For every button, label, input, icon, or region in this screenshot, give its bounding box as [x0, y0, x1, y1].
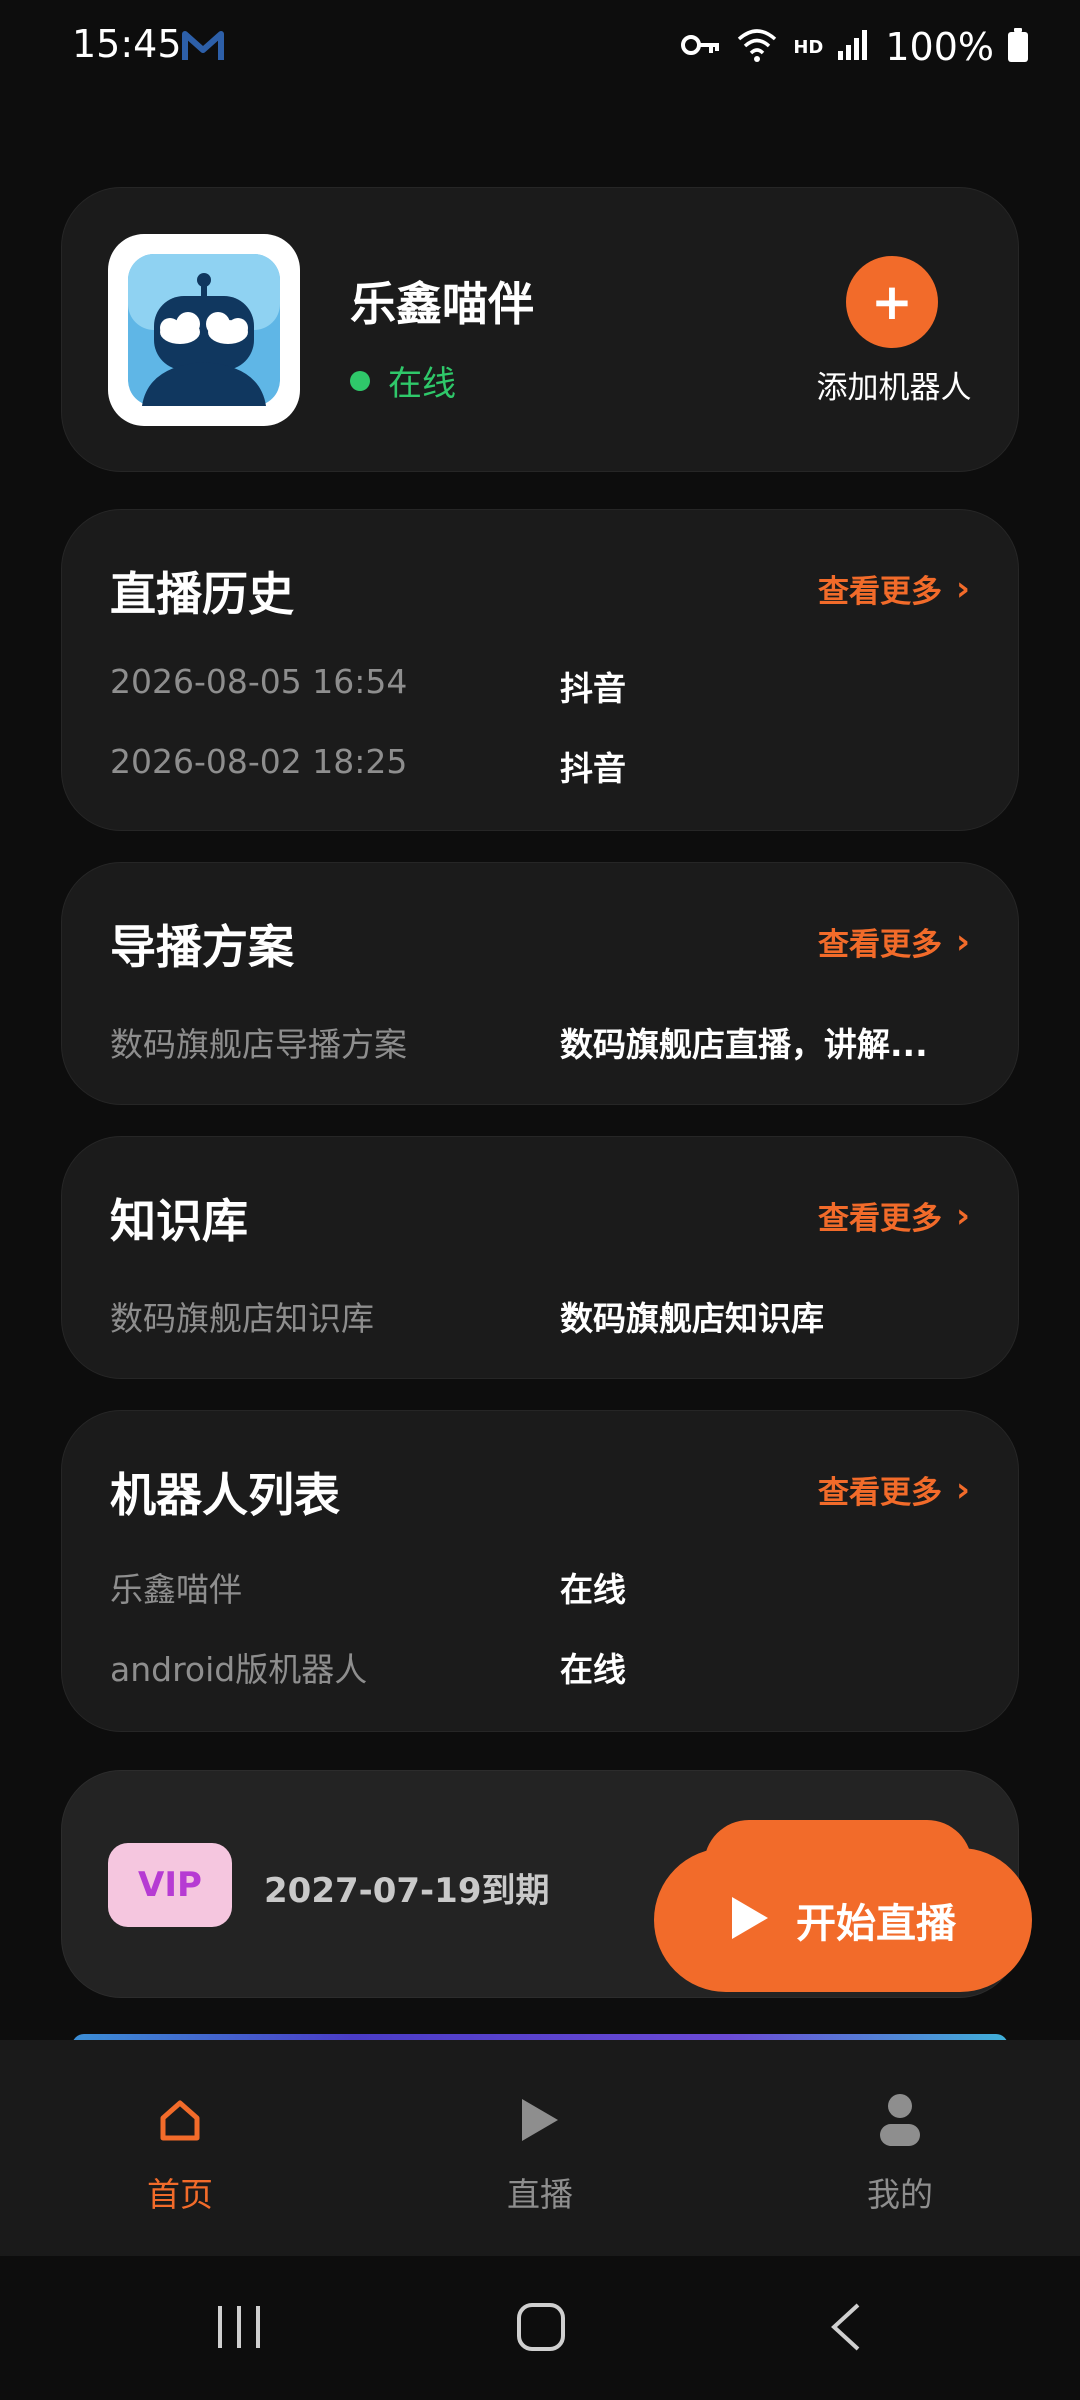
recent-apps-icon[interactable] — [214, 2302, 264, 2356]
more-label: 查看更多 — [817, 1475, 942, 1511]
robot-status: 在线 — [350, 356, 456, 405]
chevron-right-icon: › — [955, 1469, 970, 1510]
knowledge-base-title: 知识库 — [110, 1194, 248, 1248]
robot-list-more-link[interactable]: 查看更多 › — [818, 1467, 970, 1512]
signal-icon — [837, 29, 871, 65]
add-robot-button[interactable]: + — [846, 256, 938, 348]
robot-profile-card[interactable]: 乐鑫喵伴 在线 + 添加机器人 — [61, 187, 1019, 472]
tab-live[interactable]: 直播 — [360, 2040, 720, 2256]
chevron-right-icon: › — [955, 1195, 970, 1236]
history-row-platform[interactable]: 抖音 — [560, 662, 626, 710]
chevron-right-icon: › — [955, 921, 970, 962]
battery-percent: 100% — [885, 25, 994, 69]
more-label: 查看更多 — [817, 1201, 942, 1237]
start-live-button[interactable]: 开始直播 — [654, 1848, 1032, 1992]
bottom-tab-bar: 首页 直播 我的 — [0, 2040, 1080, 2256]
play-icon — [730, 1895, 770, 1945]
play-icon — [518, 2092, 562, 2148]
more-label: 查看更多 — [817, 574, 942, 610]
robot-list-title: 机器人列表 — [110, 1468, 340, 1522]
tab-home[interactable]: 首页 — [0, 2040, 360, 2256]
robot-avatar[interactable] — [108, 234, 300, 426]
tab-live-label: 直播 — [507, 2175, 573, 2214]
system-nav-bar — [0, 2256, 1080, 2400]
more-label: 查看更多 — [817, 927, 942, 963]
robot-row-name[interactable]: 乐鑫喵伴 — [110, 1563, 242, 1611]
battery-icon — [1008, 28, 1028, 66]
wifi-icon — [735, 27, 779, 67]
director-plan-card: 导播方案 查看更多 › 数码旗舰店导播方案 数码旗舰店直播，讲解... — [61, 862, 1019, 1105]
home-nav-icon[interactable] — [516, 2302, 566, 2356]
plus-icon: + — [871, 273, 913, 331]
plan-row-name[interactable]: 数码旗舰店导播方案 — [110, 1018, 407, 1066]
robot-list-card: 机器人列表 查看更多 › 乐鑫喵伴 在线 android版机器人 在线 — [61, 1410, 1019, 1732]
vip-badge: VIP — [108, 1843, 232, 1927]
live-history-card: 直播历史 查看更多 › 2026-08-05 16:54 抖音 2026-08-… — [61, 509, 1019, 831]
online-dot-icon — [350, 370, 370, 391]
robot-row-status[interactable]: 在线 — [560, 1563, 626, 1611]
vpn-key-icon — [681, 33, 721, 61]
back-icon[interactable] — [826, 2302, 866, 2356]
status-time: 15:45 — [72, 22, 182, 66]
history-row-platform[interactable]: 抖音 — [560, 742, 626, 790]
history-row-time[interactable]: 2026-08-02 18:25 — [110, 742, 407, 781]
kb-row-value[interactable]: 数码旗舰店知识库 — [560, 1292, 824, 1340]
status-icons: HD 100% — [681, 22, 1028, 72]
robot-row-name[interactable]: android版机器人 — [110, 1643, 367, 1691]
kb-row-name[interactable]: 数码旗舰店知识库 — [110, 1292, 374, 1340]
robot-row-status[interactable]: 在线 — [560, 1643, 626, 1691]
live-history-title: 直播历史 — [110, 567, 294, 621]
plan-row-desc[interactable]: 数码旗舰店直播，讲解... — [560, 1018, 928, 1066]
add-robot-label[interactable]: 添加机器人 — [808, 362, 980, 407]
director-plan-more-link[interactable]: 查看更多 › — [818, 919, 970, 964]
vip-expiry-text: 2027-07-19到期 — [264, 1871, 550, 1911]
start-live-label: 开始直播 — [796, 1901, 956, 1947]
tab-mine[interactable]: 我的 — [720, 2040, 1080, 2256]
robot-status-text: 在线 — [388, 364, 456, 404]
knowledge-base-more-link[interactable]: 查看更多 › — [818, 1193, 970, 1238]
network-type-label: HD — [793, 36, 824, 58]
chevron-right-icon: › — [955, 568, 970, 609]
history-row-time[interactable]: 2026-08-05 16:54 — [110, 662, 407, 701]
app-notification-icon — [182, 28, 224, 64]
knowledge-base-card: 知识库 查看更多 › 数码旗舰店知识库 数码旗舰店知识库 — [61, 1136, 1019, 1379]
director-plan-title: 导播方案 — [110, 920, 294, 974]
home-icon — [158, 2092, 202, 2148]
live-history-more-link[interactable]: 查看更多 › — [818, 566, 970, 611]
tab-home-label: 首页 — [147, 2175, 213, 2214]
robot-name: 乐鑫喵伴 — [350, 277, 534, 331]
status-bar: 15:45 HD 100% — [0, 0, 1080, 96]
tab-mine-label: 我的 — [867, 2175, 933, 2214]
person-icon — [878, 2092, 922, 2148]
